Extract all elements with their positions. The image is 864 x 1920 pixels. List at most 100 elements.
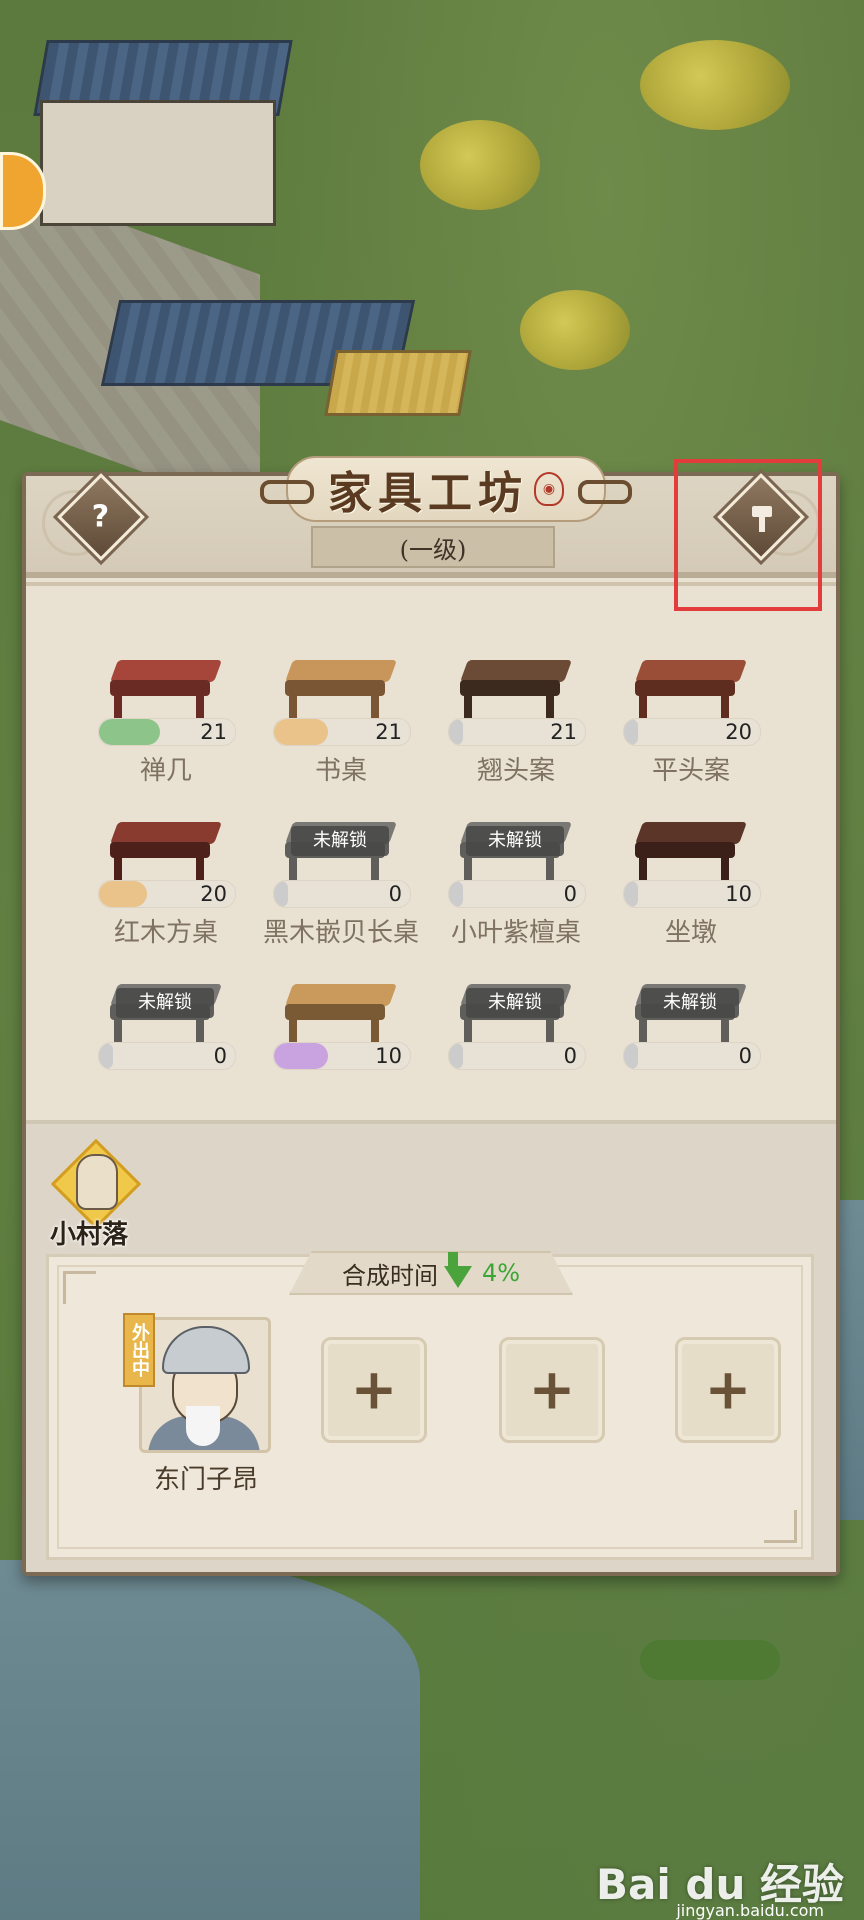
worker-slot-1[interactable]: 外出中 东门子昂 xyxy=(123,1307,271,1495)
stock-bar-fill xyxy=(449,719,463,745)
furniture-icon xyxy=(631,808,751,890)
synthesis-time-header: 合成时间 4% xyxy=(289,1251,573,1295)
furniture-item[interactable]: 10 坐墩 xyxy=(611,808,771,958)
plus-icon: + xyxy=(350,1357,398,1423)
corner-decor xyxy=(764,1510,797,1543)
furniture-item[interactable]: 21 禅几 xyxy=(86,646,246,796)
locked-tag: 未解锁 xyxy=(466,988,564,1018)
village-label: 小村落 xyxy=(50,1220,129,1250)
furniture-icon xyxy=(106,808,226,890)
furniture-icon xyxy=(106,646,226,728)
away-status-tag: 外出中 xyxy=(123,1313,155,1387)
furniture-name: 禅几 xyxy=(139,756,192,786)
stock-bar: 0 xyxy=(448,880,586,908)
furniture-name: 红木方桌 xyxy=(113,918,218,948)
level-label: (一级) xyxy=(311,526,555,568)
stock-bar-fill xyxy=(624,1043,638,1069)
synthesis-panel: 合成时间 4% 外出中 东门子昂 + + + xyxy=(46,1251,814,1560)
synthesis-time-label: 合成时间 xyxy=(341,1261,438,1290)
stock-count: 10 xyxy=(725,882,752,906)
panel-title: 家具工坊 xyxy=(328,468,528,519)
bush xyxy=(640,1640,780,1680)
tree xyxy=(420,120,540,210)
furniture-item[interactable]: 20 红木方桌 xyxy=(86,808,246,958)
stock-count: 0 xyxy=(388,882,402,906)
stock-bar-fill xyxy=(624,881,638,907)
stock-bar: 0 xyxy=(98,1042,236,1070)
stock-bar-fill xyxy=(274,881,288,907)
down-arrow-icon xyxy=(443,1266,472,1288)
stock-bar-fill xyxy=(274,1043,329,1069)
stock-bar-fill xyxy=(274,719,329,745)
stock-count: 0 xyxy=(738,1044,752,1068)
furniture-name: 书桌 xyxy=(314,756,367,786)
tree xyxy=(640,40,790,130)
stock-bar-fill xyxy=(99,1043,113,1069)
stock-bar: 10 xyxy=(623,880,761,908)
locked-tag: 未解锁 xyxy=(466,826,564,856)
stock-bar-fill xyxy=(99,719,161,745)
furniture-item[interactable]: 10 xyxy=(261,970,421,1120)
synthesis-section: 小村落 合成时间 4% 外出中 东门子昂 + + + xyxy=(26,1120,836,1572)
furniture-name: 小叶紫檀桌 xyxy=(450,918,581,948)
plus-icon: + xyxy=(704,1357,752,1423)
thatch-roof xyxy=(324,350,472,416)
stock-count: 20 xyxy=(725,720,752,744)
furniture-item[interactable]: 21 翘头案 xyxy=(436,646,596,796)
stock-bar: 21 xyxy=(273,718,411,746)
furniture-icon xyxy=(456,646,576,728)
stock-count: 0 xyxy=(563,882,577,906)
stock-count: 20 xyxy=(200,882,227,906)
title-banner: 家具工坊 ◉ xyxy=(260,456,632,522)
furniture-item[interactable]: 未解锁 0 xyxy=(86,970,246,1120)
locked-tag: 未解锁 xyxy=(116,988,214,1018)
stock-bar-fill xyxy=(449,881,463,907)
furniture-item[interactable]: 未解锁 0 xyxy=(611,970,771,1120)
highlight-annotation-box xyxy=(674,459,822,611)
worker-portrait xyxy=(139,1317,271,1453)
stock-count: 21 xyxy=(200,720,227,744)
stock-bar: 20 xyxy=(98,880,236,908)
furniture-item[interactable]: 未解锁 0 xyxy=(436,970,596,1120)
tree xyxy=(520,290,630,370)
plus-icon: + xyxy=(528,1357,576,1423)
furniture-item[interactable]: 21 书桌 xyxy=(261,646,421,796)
furniture-icon xyxy=(281,970,401,1052)
empty-worker-slot[interactable]: + xyxy=(675,1337,781,1443)
stock-count: 0 xyxy=(213,1044,227,1068)
stock-bar: 21 xyxy=(98,718,236,746)
furniture-icon xyxy=(281,646,401,728)
cloud-swirl-decor xyxy=(578,480,632,504)
stock-bar: 0 xyxy=(448,1042,586,1070)
locked-tag: 未解锁 xyxy=(291,826,389,856)
furniture-item[interactable]: 20 平头案 xyxy=(611,646,771,796)
furniture-icon xyxy=(631,646,751,728)
river xyxy=(0,1560,420,1920)
synthesis-time-reduction: 4% xyxy=(481,1259,521,1287)
stock-bar: 0 xyxy=(623,1042,761,1070)
empty-worker-slot[interactable]: + xyxy=(321,1337,427,1443)
empty-worker-slot[interactable]: + xyxy=(499,1337,605,1443)
worker-name: 东门子昂 xyxy=(153,1465,258,1495)
stock-bar: 21 xyxy=(448,718,586,746)
furniture-workshop-panel: ? 家具工坊 ◉ (一级) 21 禅几 21 书桌 21 翘头案 20 平头案 20 红木方桌 未解… xyxy=(22,456,840,1576)
corner-decor xyxy=(63,1271,96,1304)
stock-bar: 10 xyxy=(273,1042,411,1070)
stock-count: 10 xyxy=(375,1044,402,1068)
stock-bar-fill xyxy=(624,719,638,745)
question-mark-icon: ? xyxy=(92,499,110,535)
down-arrow-icon-stem xyxy=(447,1252,458,1266)
stock-count: 21 xyxy=(375,720,402,744)
furniture-item[interactable]: 未解锁 0 黑木嵌贝长桌 xyxy=(261,808,421,958)
stock-count: 21 xyxy=(550,720,577,744)
house xyxy=(40,100,276,226)
locked-tag: 未解锁 xyxy=(641,988,739,1018)
stock-bar-fill xyxy=(449,1043,463,1069)
furniture-item[interactable]: 未解锁 0 小叶紫檀桌 xyxy=(436,808,596,958)
villager-portrait xyxy=(76,1154,118,1210)
watermark-url: jingyan.baidu.com xyxy=(676,1901,824,1920)
stock-bar: 0 xyxy=(273,880,411,908)
stock-bar-fill xyxy=(99,881,147,907)
cloud-swirl-decor xyxy=(260,480,314,504)
furniture-name: 黑木嵌贝长桌 xyxy=(262,918,419,948)
